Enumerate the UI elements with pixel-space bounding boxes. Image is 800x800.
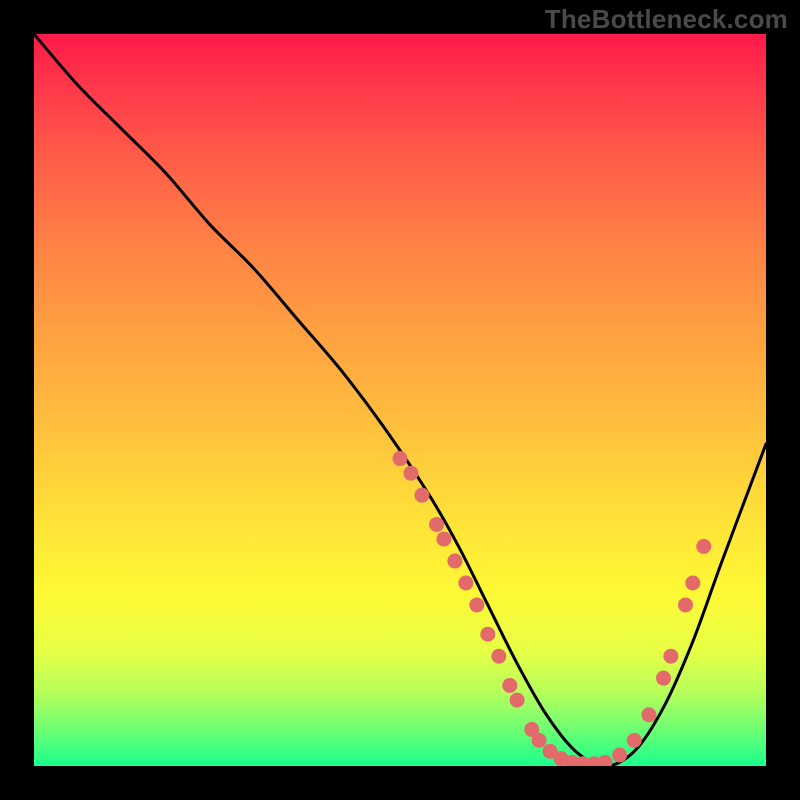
highlight-dot [458,576,473,591]
highlight-dot [480,627,495,642]
highlight-dot [685,576,700,591]
chart-frame: TheBottleneck.com [0,0,800,800]
highlight-dot [393,451,408,466]
highlight-dot [510,693,525,708]
highlight-dot [532,733,547,748]
highlight-dot [491,649,506,664]
curve-svg [34,34,766,766]
highlight-dots-group [393,451,712,766]
watermark-text: TheBottleneck.com [545,4,788,35]
highlight-dot [627,733,642,748]
bottleneck-curve-path [34,34,766,766]
highlight-dot [429,517,444,532]
highlight-dot [663,649,678,664]
highlight-dot [696,539,711,554]
highlight-dot [436,532,451,547]
highlight-dot [414,488,429,503]
highlight-dot [469,597,484,612]
highlight-dot [597,755,612,766]
highlight-dot [612,748,627,763]
highlight-dot [656,671,671,686]
highlight-dot [678,597,693,612]
highlight-dot [502,678,517,693]
highlight-dot [403,466,418,481]
highlight-dot [447,554,462,569]
plot-area [34,34,766,766]
highlight-dot [641,707,656,722]
